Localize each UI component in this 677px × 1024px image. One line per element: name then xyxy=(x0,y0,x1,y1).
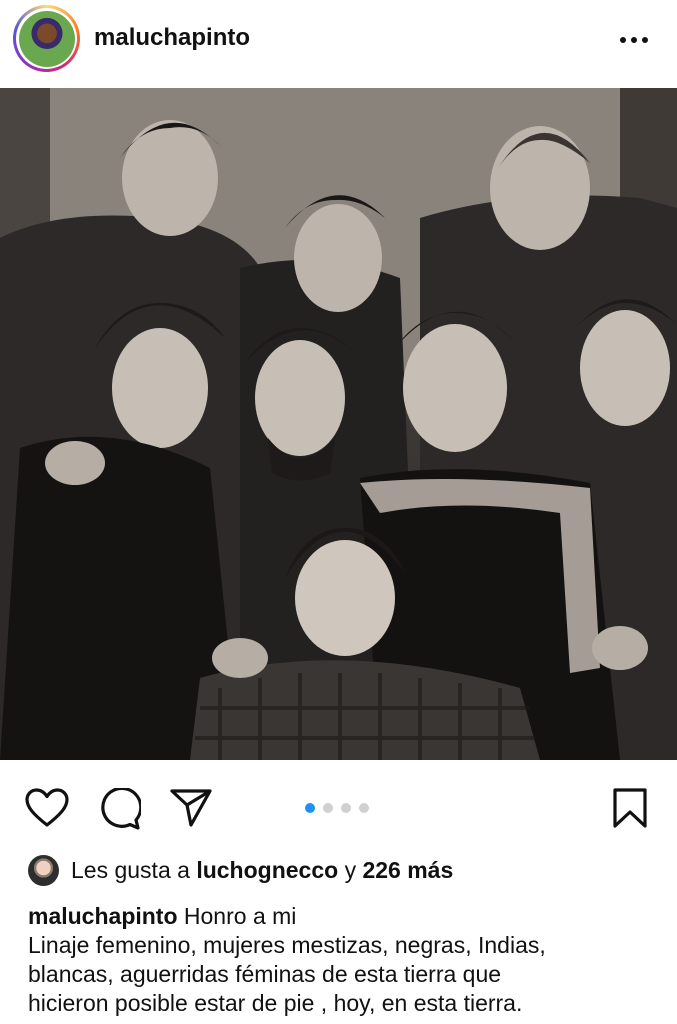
heart-icon[interactable] xyxy=(25,788,69,833)
post-photo[interactable] xyxy=(0,88,677,760)
caption-first-line: Honro a mi xyxy=(183,903,297,929)
liker-avatar[interactable] xyxy=(28,854,59,886)
ellipsis-horizontal-icon[interactable] xyxy=(620,30,654,50)
caption-line: hicieron posible estar de pie , hoy, en … xyxy=(28,990,523,1016)
likes-joiner: y xyxy=(344,856,357,883)
likes-prefix: Les gusta a xyxy=(71,856,190,883)
post-header: maluchapinto xyxy=(0,0,677,82)
likes-summary[interactable]: Les gusta a luchognecco y 226 más xyxy=(28,853,453,887)
caption-username[interactable]: maluchapinto xyxy=(28,903,178,929)
carousel-dot xyxy=(323,803,333,813)
carousel-dot-active xyxy=(305,803,315,813)
carousel-indicator xyxy=(305,803,369,813)
avatar-image xyxy=(18,10,75,67)
send-icon[interactable] xyxy=(170,788,212,833)
photo-illustration xyxy=(0,88,677,760)
bookmark-icon[interactable] xyxy=(612,788,648,833)
post-username[interactable]: maluchapinto xyxy=(94,24,250,52)
caption-line: blancas, aguerridas féminas de esta tier… xyxy=(28,961,502,987)
caption-line: Linaje femenino, mujeres mestizas, negra… xyxy=(28,932,546,958)
carousel-dot xyxy=(359,803,369,813)
liker-username[interactable]: luchognecco xyxy=(196,857,338,884)
comment-icon[interactable] xyxy=(99,786,143,835)
post-caption: maluchapinto Honro a mi Linaje femenino,… xyxy=(28,902,658,1018)
avatar-border xyxy=(16,8,77,69)
carousel-dot xyxy=(341,803,351,813)
likes-count[interactable]: 226 más xyxy=(362,857,453,884)
profile-avatar[interactable] xyxy=(13,5,80,72)
